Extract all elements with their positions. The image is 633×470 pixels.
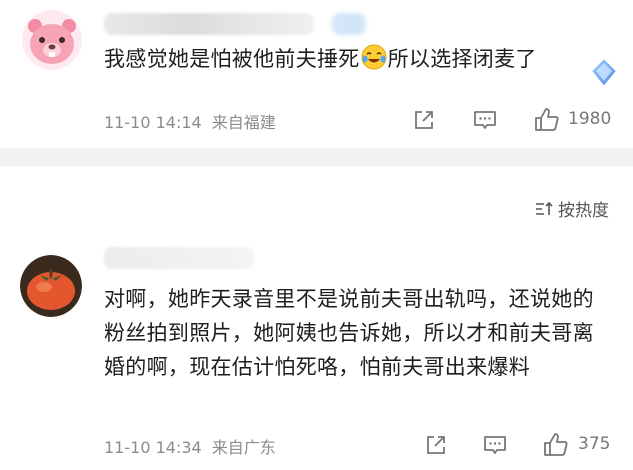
comment-location: 来自广东 (211, 438, 276, 457)
comment-text-part: 所以选择闭麦了 (387, 47, 537, 71)
thumbs-up-icon (544, 433, 568, 456)
share-button[interactable] (422, 431, 450, 459)
share-button[interactable] (410, 106, 438, 134)
like-count: 375 (578, 434, 611, 454)
username-redacted[interactable] (104, 13, 314, 35)
sort-label: 按热度 (558, 201, 609, 221)
reply-button[interactable] (481, 431, 509, 459)
reply-button[interactable] (471, 106, 499, 134)
avatar[interactable] (20, 255, 82, 317)
sort-toggle[interactable]: 按热度 (534, 196, 609, 221)
comment-text: 我感觉她是怕被他前夫捶死 所以选择闭麦了 (104, 42, 537, 76)
like-button[interactable] (532, 105, 562, 135)
laughing-tears-icon (361, 44, 387, 70)
share-icon (427, 436, 445, 454)
bear-avatar-icon (22, 10, 82, 70)
comment-timestamp: 11-10 14:34 (104, 438, 202, 457)
comment-item: 我感觉她是怕被他前夫捶死 所以选择闭麦了 11-10 14:14 来自福建 1980 (0, 0, 633, 148)
comment-icon (474, 111, 496, 129)
comment-meta: 11-10 14:14 来自福建 (104, 109, 276, 133)
sort-icon (536, 201, 553, 215)
comment-text-part: 我感觉她是怕被他前夫捶死 (104, 47, 360, 71)
comment-icon (484, 436, 506, 454)
like-button[interactable] (541, 430, 571, 460)
thumbs-up-icon (535, 108, 559, 131)
user-badge-redacted (332, 13, 366, 35)
comment-text: 对啊，她昨天录音里不是说前夫哥出轨吗，还说她的粉丝拍到照片，她阿姨也告诉她，所以… (104, 287, 594, 379)
diamond-badge-icon (589, 56, 619, 89)
comment-location: 来自福建 (211, 113, 276, 132)
persimmon-avatar-icon (20, 255, 82, 317)
comment-meta: 11-10 14:34 来自广东 (104, 434, 276, 458)
section-divider (0, 148, 633, 166)
comment-timestamp: 11-10 14:14 (104, 113, 202, 132)
avatar[interactable] (22, 10, 82, 70)
share-icon (415, 111, 433, 129)
username-redacted[interactable] (104, 247, 254, 269)
like-count: 1980 (568, 109, 612, 129)
